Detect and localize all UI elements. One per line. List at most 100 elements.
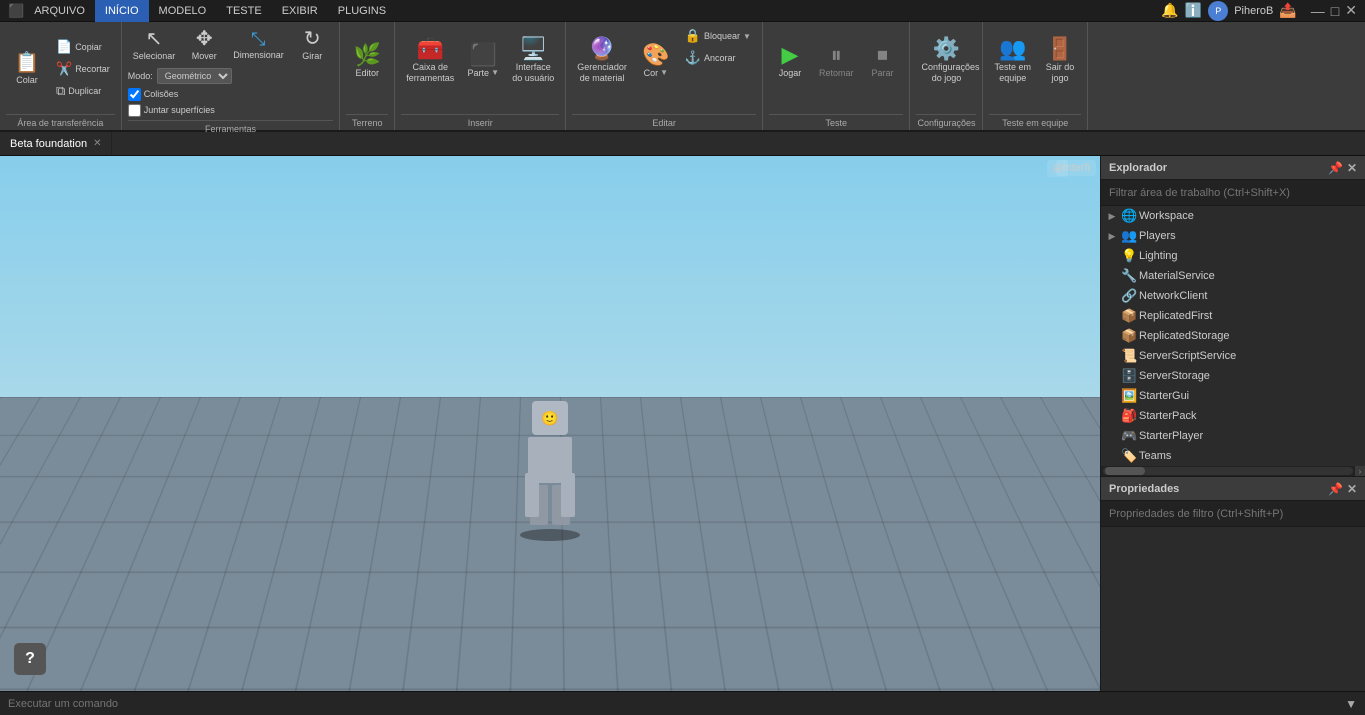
mode-select[interactable]: Geométrico [157,68,232,84]
explorer-close-icon[interactable]: ✕ [1347,161,1357,175]
tree-item-serverstorage[interactable]: 🗄️ ServerStorage [1101,366,1365,386]
replicatedstorage-icon: 📦 [1121,328,1137,344]
editor-button[interactable]: 🌿 Editor [346,26,388,96]
select-button[interactable]: ↖ Selecionar [128,26,181,65]
panel-toggle-btn[interactable]: ⊞ [1047,160,1068,177]
tab-beta-foundation[interactable]: Beta foundation ✕ [0,132,112,155]
tree-item-replicatedstorage[interactable]: 📦 ReplicatedStorage [1101,326,1365,346]
viewport[interactable]: 🙂 [0,156,1100,691]
hscrollbar-right-btn[interactable]: › [1355,466,1365,476]
minimize-icon[interactable]: — [1311,3,1325,19]
explorer-title: Explorador [1109,162,1167,174]
user-avatar[interactable]: P [1208,1,1228,21]
players-icon: 👥 [1121,228,1137,244]
character-body: 🙂 [515,401,585,541]
ribbon: 📋 Colar 📄 Copiar ✂️ Recortar ⧉ Duplicar … [0,22,1365,132]
teste-equipe-title: Teste em equipe [989,114,1081,128]
bloquear-icon: 🔒 [685,28,701,44]
tree-item-serverscriptservice[interactable]: 📜 ServerScriptService [1101,346,1365,366]
explorer-hscrollbar[interactable]: › [1101,466,1365,476]
notification-icon[interactable]: 🔔 [1161,2,1178,19]
properties-pin-icon[interactable]: 📌 [1328,482,1343,496]
menu-teste[interactable]: TESTE [216,0,271,22]
tree-item-replicatedfirst[interactable]: 📦 ReplicatedFirst [1101,306,1365,326]
workspace-icon: 🌐 [1121,208,1137,224]
duplicate-button[interactable]: ⧉ Duplicar [51,81,115,101]
parte-icon: ⬛ [470,44,497,66]
workspace-label: Workspace [1139,210,1361,222]
teste-equipe-button[interactable]: 👥 Teste emequipe [989,26,1036,96]
menu-plugins[interactable]: PLUGINS [328,0,396,22]
tree-item-lighting[interactable]: 💡 Lighting [1101,246,1365,266]
cut-button[interactable]: ✂️ Recortar [51,59,115,79]
paste-button[interactable]: 📋 Colar [6,34,48,104]
ancorar-button[interactable]: ⚓ Ancorar [680,48,756,68]
replicatedstorage-label: ReplicatedStorage [1139,330,1361,342]
sky [0,156,1100,397]
jogar-icon: ▶ [782,44,799,66]
players-arrow: ▶ [1105,231,1119,242]
tree-item-networkclient[interactable]: 🔗 NetworkClient [1101,286,1365,306]
resize-button[interactable]: ⤡ Dimensionar [228,27,288,64]
teste-group: ▶ Jogar ⏸ Retomar ⏹ Parar Teste [763,22,911,130]
explorer-filter-input[interactable] [1101,180,1365,206]
statusbar-arrow[interactable]: ▼ [1345,697,1357,711]
hscrollbar-track[interactable] [1103,467,1353,475]
help-button[interactable]: ? [14,643,46,675]
menu-exibir[interactable]: EXIBIR [272,0,328,22]
inserir-title: Inserir [401,114,559,128]
jogar-button[interactable]: ▶ Jogar [769,26,811,96]
inserir-group: 🧰 Caixa deferramentas ⬛ Parte ▼ 🖥️ Inter… [395,22,566,130]
teams-label: Teams [1139,450,1361,462]
networkclient-icon: 🔗 [1121,288,1137,304]
share-icon[interactable]: 📤 [1279,2,1296,19]
copy-button[interactable]: 📄 Copiar [51,37,115,57]
maximize-icon[interactable]: □ [1331,3,1339,19]
material-button[interactable]: 🔮 Gerenciadorde material [572,26,632,96]
colisoes-checkbox[interactable] [128,88,141,101]
ferramentas-group: ↖ Selecionar ✥ Mover ⤡ Dimensionar ↻ Gir… [122,22,341,130]
tree-item-startergui[interactable]: 🖼️ StarterGui [1101,386,1365,406]
mode-label: Modo: [128,71,153,81]
juntar-checkbox[interactable] [128,104,141,117]
hscrollbar-thumb[interactable] [1105,467,1145,475]
interface-button[interactable]: 🖥️ Interfacedo usuário [507,26,559,96]
tree-item-starterpack[interactable]: 🎒 StarterPack [1101,406,1365,426]
properties-close-icon[interactable]: ✕ [1347,482,1357,496]
bloquear-button[interactable]: 🔒 Bloquear ▼ [680,26,756,46]
serverstorage-label: ServerStorage [1139,370,1361,382]
rotate-button[interactable]: ↻ Girar [291,26,333,65]
cfg-jogo-button[interactable]: ⚙️ Configuraçõesdo jogo [916,26,976,96]
tab-close[interactable]: ✕ [93,138,101,149]
teams-icon: 🏷️ [1121,448,1137,464]
menu-modelo[interactable]: MODELO [149,0,217,22]
tree-item-workspace[interactable]: ▶ 🌐 Workspace [1101,206,1365,226]
tab-area: Beta foundation ✕ [0,132,1365,156]
explorer-pin-icon[interactable]: 📌 [1328,161,1343,175]
toolbox-button[interactable]: 🧰 Caixa deferramentas [401,26,459,96]
command-input[interactable] [8,698,1341,710]
move-button[interactable]: ✥ Mover [183,26,225,65]
properties-filter-input[interactable] [1101,501,1365,527]
explorer-header-icons: 📌 ✕ [1328,161,1357,175]
sair-jogo-button[interactable]: 🚪 Sair dojogo [1039,26,1081,96]
title-right: 🔔 ℹ️ P PiheroB 📤 — □ ✕ [1161,1,1357,21]
tree-item-players[interactable]: ▶ 👥 Players [1101,226,1365,246]
cor-button[interactable]: 🎨 Cor ▼ [635,26,677,96]
menu-inicio[interactable]: INÍCIO [95,0,149,22]
menu-arquivo[interactable]: ARQUIVO [24,0,95,22]
explorer-header: Explorador 📌 ✕ [1101,156,1365,180]
close-icon[interactable]: ✕ [1345,2,1357,19]
serverscriptservice-label: ServerScriptService [1139,350,1361,362]
duplicate-icon: ⧉ [56,83,65,99]
replicatedfirst-icon: 📦 [1121,308,1137,324]
parte-button[interactable]: ⬛ Parte ▼ [462,26,504,96]
retomar-button[interactable]: ⏸ Retomar [814,26,859,96]
properties-title: Propriedades [1109,483,1179,495]
tree-item-teams[interactable]: 🏷️ Teams [1101,446,1365,466]
info-icon[interactable]: ℹ️ [1185,2,1202,19]
tree-item-materialservice[interactable]: 🔧 MaterialService [1101,266,1365,286]
tree-item-starterplayer[interactable]: 🎮 StarterPlayer [1101,426,1365,446]
terreno-group: 🌿 Editor Terreno [340,22,395,130]
parar-button[interactable]: ⏹ Parar [861,26,903,96]
